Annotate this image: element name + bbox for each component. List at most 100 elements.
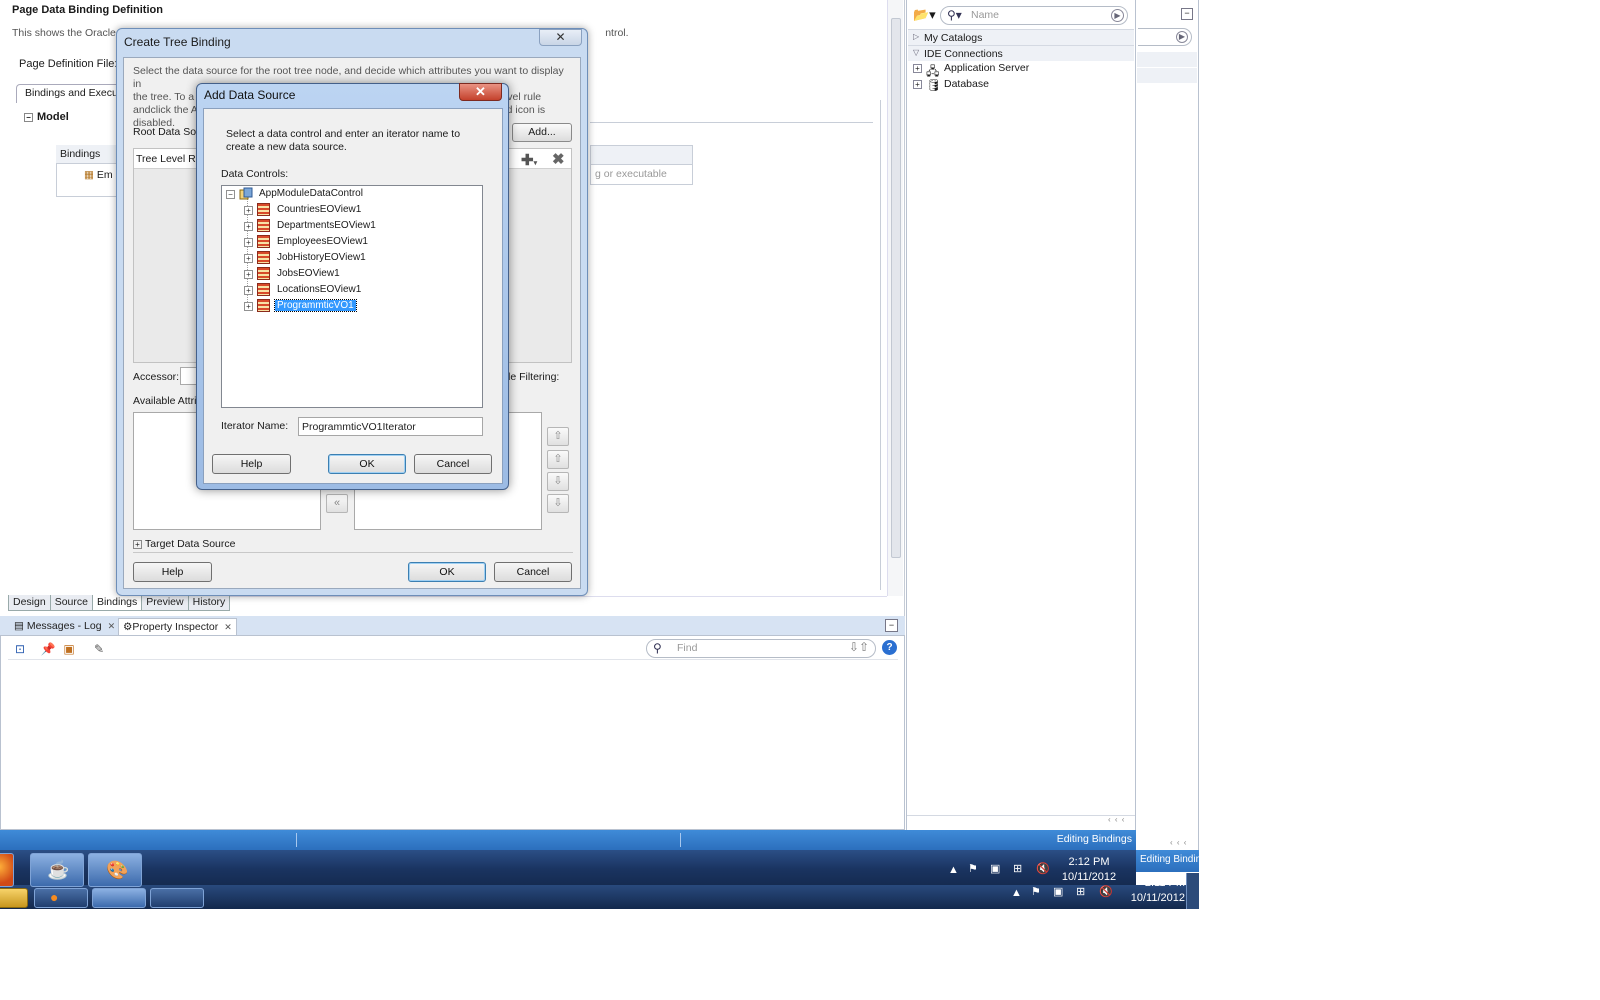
network-icon[interactable]: ⊞ — [1013, 862, 1022, 875]
move-up-icon[interactable]: ⇧ — [547, 450, 569, 469]
tab-messages-log[interactable]: ▤ Messages - Log ✕ — [10, 618, 119, 635]
folder-icon[interactable]: 📂▾ — [913, 7, 936, 23]
overlap-row — [1137, 52, 1197, 67]
volume-muted-icon[interactable]: 🔇 — [1099, 885, 1113, 898]
find-input[interactable]: ⚲ Find ⇩⇧ — [646, 639, 876, 658]
help-icon[interactable]: ? — [882, 640, 897, 655]
expand-icon[interactable]: + — [244, 286, 253, 295]
pencil-icon[interactable]: ✎ — [91, 641, 107, 657]
close-icon[interactable]: ✕ — [459, 83, 502, 101]
catalog-search-input[interactable]: ⚲▾ Name ▶ — [940, 6, 1128, 25]
go-icon[interactable]: ▶ — [1176, 31, 1188, 43]
overlap-search-input[interactable]: ▶ — [1138, 28, 1192, 46]
ok-button[interactable]: OK — [328, 454, 406, 474]
divider — [680, 833, 681, 847]
overlap-clock[interactable]: 2:11 PM 10/11/2012 — [1119, 876, 1185, 906]
connection-database[interactable]: + 🛢 Database — [908, 78, 989, 94]
iterator-name-input[interactable] — [298, 417, 483, 436]
model-section-header[interactable]: − Model — [24, 111, 69, 123]
pin-icon[interactable]: 📌 — [40, 641, 56, 657]
overlap-row — [1137, 68, 1197, 83]
network-icon[interactable]: ⊞ — [1076, 885, 1085, 898]
tab-bindings[interactable]: Bindings — [91, 595, 143, 611]
go-icon[interactable]: ▶ — [1111, 9, 1124, 22]
taskbar-jdeveloper-button[interactable]: ☕ — [30, 853, 84, 887]
tab-preview[interactable]: Preview — [141, 595, 189, 611]
divider — [133, 552, 573, 553]
collapse-icon[interactable]: ▽ — [913, 48, 919, 57]
coffee-cup-icon[interactable] — [92, 888, 146, 908]
expand-icon[interactable]: + — [913, 80, 922, 89]
firefox-icon[interactable]: ● — [34, 888, 88, 908]
editor-horizontal-scrollbar[interactable] — [217, 596, 887, 608]
expand-icon[interactable]: + — [244, 254, 253, 263]
expand-icon[interactable]: + — [244, 222, 253, 231]
show-hidden-icons-icon[interactable]: ▲ — [1011, 887, 1022, 899]
expand-icon[interactable]: + — [133, 540, 142, 549]
close-icon[interactable]: ✕ — [539, 29, 582, 46]
add-rule-icon[interactable]: ✚▾ — [521, 151, 537, 169]
expand-icon[interactable]: + — [244, 206, 253, 215]
binoculars-icon: ⚲▾ — [947, 8, 962, 22]
help-button[interactable]: Help — [133, 562, 212, 582]
folder-icon[interactable] — [0, 888, 28, 908]
collapse-icon[interactable]: − — [226, 190, 235, 199]
minimize-icon[interactable]: − — [885, 619, 898, 632]
cancel-button[interactable]: Cancel — [414, 454, 492, 474]
clock-time: 2:12 PM — [1068, 856, 1110, 868]
catalog-bottom-bar — [907, 815, 1135, 825]
action-center-flag-icon[interactable]: ⚑ — [1031, 885, 1041, 898]
expand-icon[interactable]: + — [244, 270, 253, 279]
edit-props-icon[interactable]: ▣ — [61, 641, 77, 657]
editor-vertical-scrollbar[interactable] — [887, 0, 903, 596]
device-icon[interactable]: ▣ — [990, 862, 1000, 875]
move-bottom-icon[interactable]: ⇩ — [547, 494, 569, 513]
minimize-icon[interactable]: − — [1181, 8, 1193, 20]
expand-icon[interactable]: ▷ — [913, 32, 919, 41]
move-top-icon[interactable]: ⇧ — [547, 427, 569, 446]
delete-rule-icon[interactable]: ✖ — [552, 150, 565, 168]
show-hidden-icons-icon[interactable]: ▲ — [948, 864, 959, 876]
page-title: Page Data Binding Definition — [12, 4, 163, 16]
close-icon[interactable]: ✕ — [108, 621, 116, 631]
section-ide-connections[interactable]: ▽ IDE Connections — [908, 45, 1134, 61]
status-bar: Editing Bindings — [0, 830, 1136, 850]
add-button[interactable]: Add... — [512, 123, 572, 142]
taskbar-paint-button[interactable]: 🎨 — [88, 853, 142, 887]
collapse-panel-icon[interactable]: ‹ ‹ ‹ — [1170, 838, 1187, 847]
expand-icon[interactable]: + — [913, 64, 922, 73]
device-icon[interactable]: ▣ — [1053, 885, 1063, 898]
ok-button[interactable]: OK — [408, 562, 486, 582]
action-center-flag-icon[interactable]: ⚑ — [968, 862, 978, 875]
tab-bindings-and-executables[interactable]: Bindings and Executi — [16, 84, 133, 103]
cancel-button[interactable]: Cancel — [494, 562, 572, 582]
clock-time: 2:11 PM — [1144, 877, 1185, 889]
tab-property-inspector[interactable]: ⚙Property Inspector ✕ — [118, 618, 237, 635]
firefox-icon[interactable] — [0, 853, 14, 887]
taskbar-clock[interactable]: 2:12 PM 10/11/2012 — [1056, 855, 1122, 885]
target-data-source-toggle[interactable]: + Target Data Source — [133, 538, 235, 550]
close-icon[interactable]: ✕ — [224, 622, 232, 632]
help-button[interactable]: Help — [212, 454, 291, 474]
collapse-icon[interactable]: − — [24, 113, 33, 122]
volume-muted-icon[interactable]: 🔇 — [1036, 862, 1050, 875]
paint-icon[interactable] — [150, 888, 204, 908]
show-desktop-button[interactable] — [1186, 873, 1199, 909]
model-label: Model — [37, 111, 69, 123]
tab-history[interactable]: History — [187, 595, 231, 611]
find-next-prev-icon[interactable]: ⇩⇧ — [849, 640, 869, 654]
move-all-left-icon[interactable]: « — [326, 494, 348, 513]
connection-application-server[interactable]: + 🖧 Application Server — [908, 62, 1029, 78]
section-my-catalogs[interactable]: ▷ My Catalogs — [908, 29, 1134, 45]
tab-design[interactable]: Design — [8, 595, 51, 611]
scrollbar-thumb[interactable] — [891, 18, 901, 558]
expand-icon[interactable]: + — [244, 238, 253, 247]
database-icon: 🛢 — [926, 78, 942, 92]
binding-item[interactable]: ▦ Em — [84, 169, 113, 181]
tree-binding-icon: ▦ — [84, 169, 94, 181]
select-icon[interactable]: ⊡ — [12, 641, 28, 657]
move-down-icon[interactable]: ⇩ — [547, 472, 569, 491]
expand-icon[interactable]: + — [244, 302, 253, 311]
collapse-panel-icon[interactable]: ‹ ‹ ‹ — [1108, 815, 1125, 824]
tab-source[interactable]: Source — [49, 595, 93, 611]
